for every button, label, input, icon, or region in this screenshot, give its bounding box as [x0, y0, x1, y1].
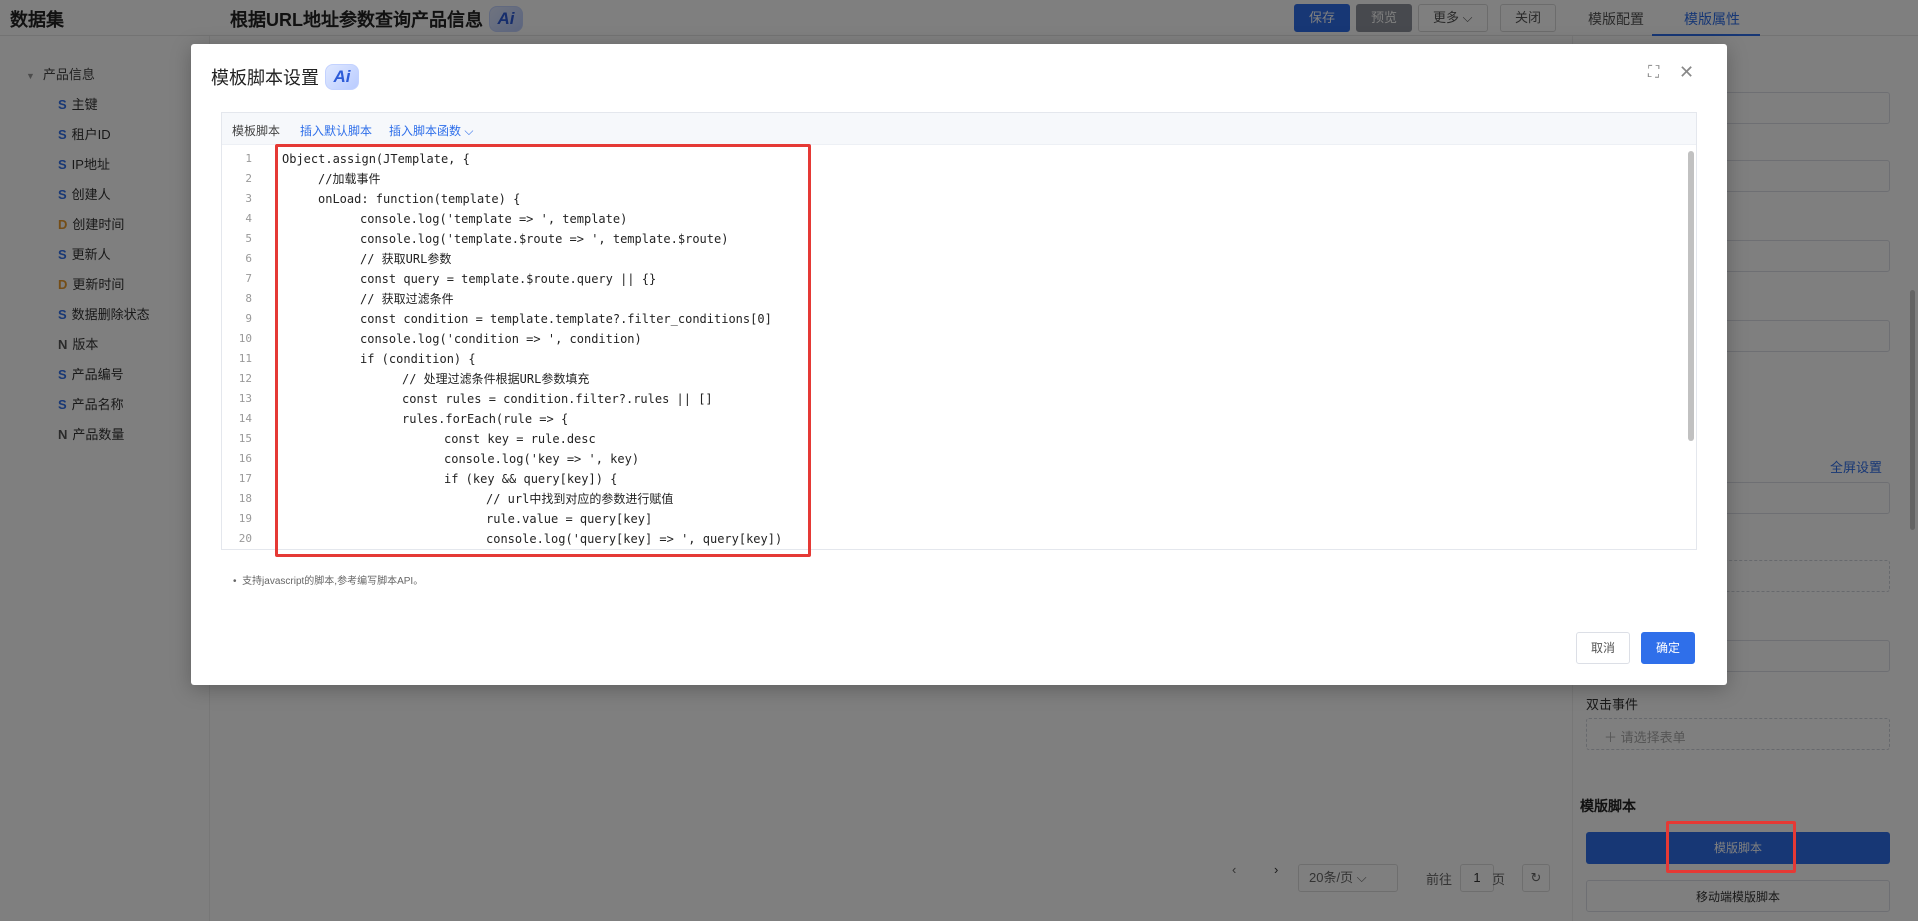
editor-scrollbar[interactable] — [1688, 151, 1694, 441]
ai-icon[interactable]: Ai — [325, 64, 359, 90]
line-number: 8 — [245, 292, 252, 305]
line-number: 11 — [238, 352, 252, 365]
line-number: 17 — [238, 472, 252, 485]
line-number: 14 — [238, 412, 252, 425]
fullscreen-icon[interactable]: ⛶ — [1648, 64, 1659, 82]
highlight-script-button — [1666, 821, 1796, 873]
line-number: 6 — [245, 252, 252, 265]
line-number: 2 — [245, 172, 252, 185]
highlight-code — [275, 144, 811, 557]
line-number: 10 — [238, 332, 252, 345]
line-number: 20 — [238, 532, 252, 545]
chevron-down-icon: ⌵ — [464, 124, 474, 138]
line-number: 13 — [238, 392, 252, 405]
script-hint: • 支持javascript的脚本,参考编写脚本API。 — [233, 576, 424, 587]
line-number: 3 — [245, 192, 252, 205]
line-number: 5 — [245, 232, 252, 245]
script-hint-text: 支持javascript的脚本,参考编写脚本API。 — [242, 576, 424, 587]
line-number: 15 — [238, 432, 252, 445]
cancel-button[interactable]: 取消 — [1576, 632, 1631, 664]
dialog-title: 模板脚本设置 Ai — [211, 64, 359, 90]
line-number: 4 — [245, 212, 252, 225]
close-icon[interactable]: ✕ — [1679, 62, 1694, 83]
dialog-title-text: 模板脚本设置 — [211, 68, 319, 88]
script-settings-dialog: 模板脚本设置 Ai ⛶ ✕ 模板脚本 插入默认脚本 插入脚本函数 ⌵ 1 Obje… — [191, 44, 1727, 685]
line-number: 7 — [245, 272, 252, 285]
line-number: 12 — [238, 372, 252, 385]
line-number: 16 — [238, 452, 252, 465]
line-number: 19 — [238, 512, 252, 525]
insert-function-label: 插入脚本函数 — [389, 124, 462, 138]
insert-script-function-dropdown[interactable]: 插入脚本函数 ⌵ — [389, 122, 473, 139]
line-number: 1 — [245, 152, 252, 165]
editor-label: 模板脚本 — [232, 124, 281, 138]
line-number: 9 — [245, 312, 252, 325]
editor-toolbar: 模板脚本 插入默认脚本 插入脚本函数 ⌵ — [222, 113, 1696, 145]
insert-default-script-link[interactable]: 插入默认脚本 — [300, 122, 372, 139]
line-number: 18 — [238, 492, 252, 505]
confirm-button[interactable]: 确定 — [1641, 632, 1696, 664]
